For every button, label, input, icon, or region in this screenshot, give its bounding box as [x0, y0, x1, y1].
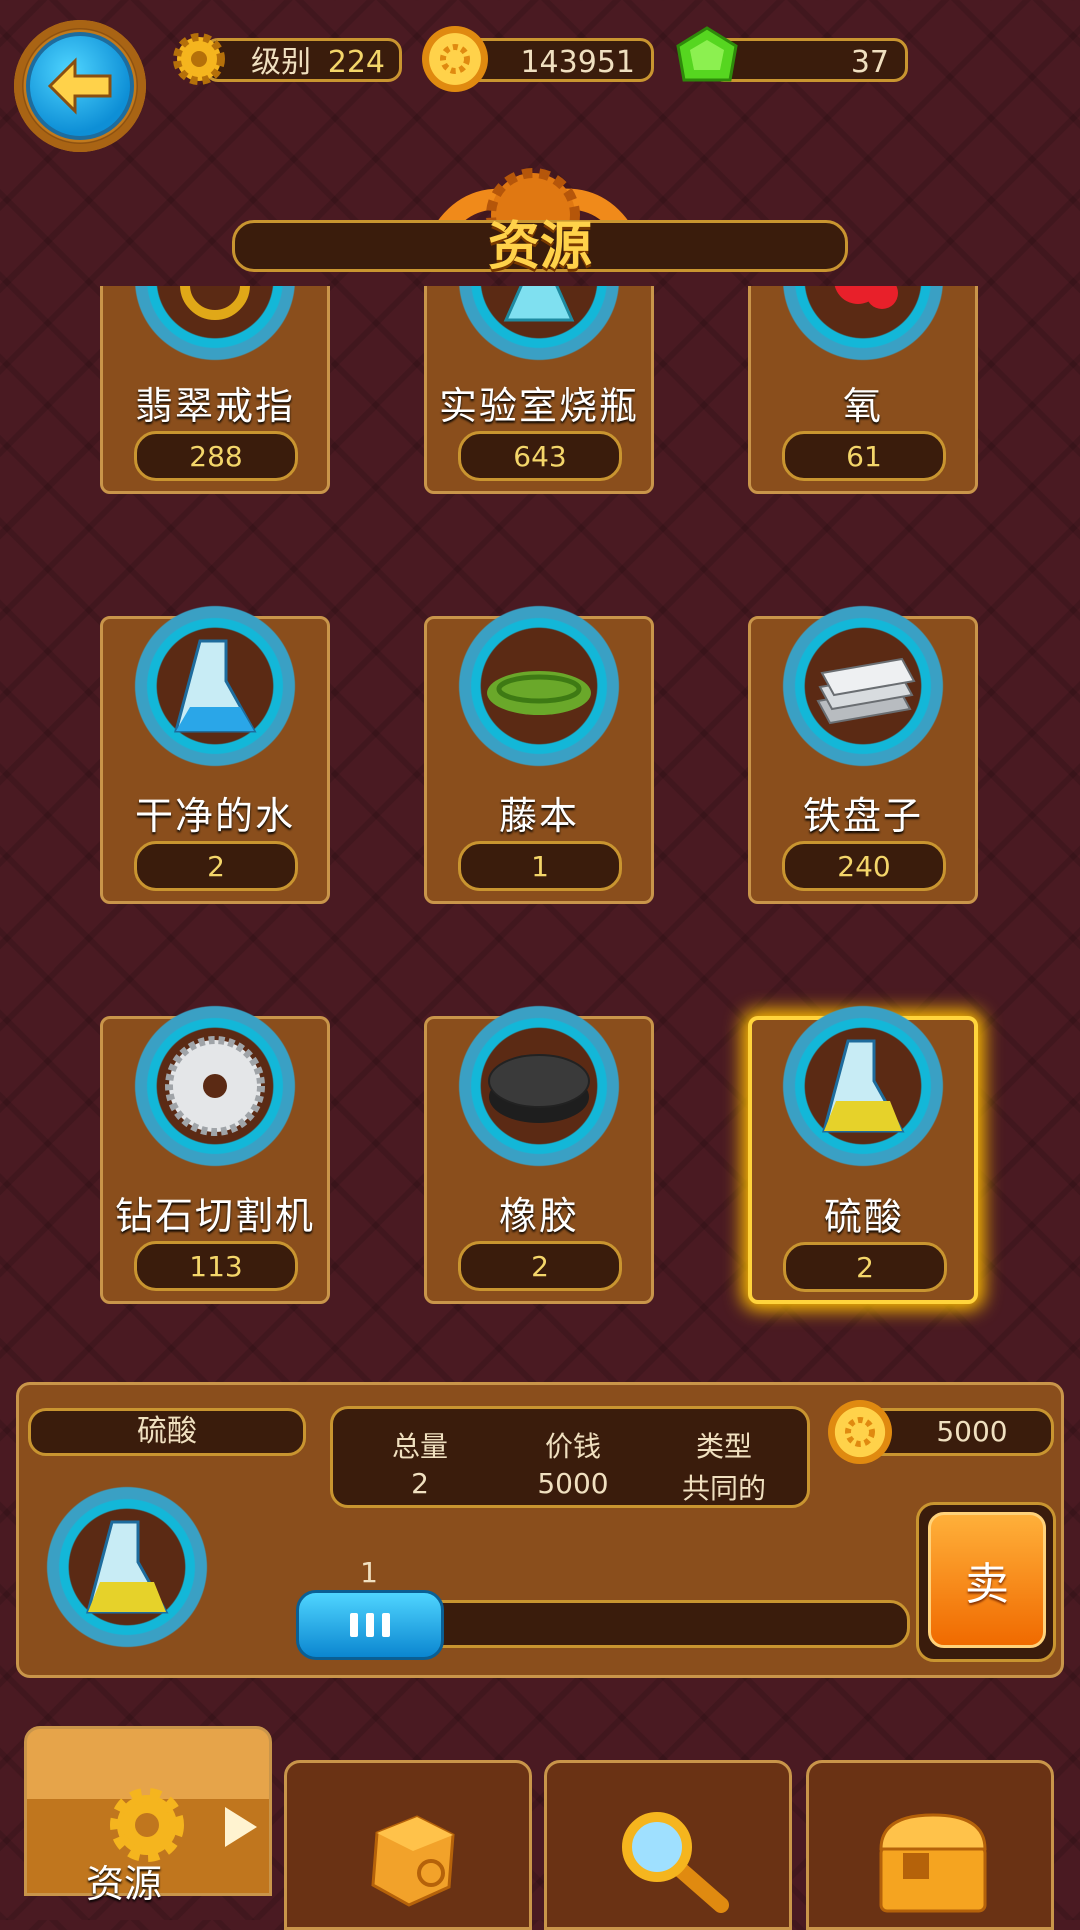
back-button[interactable]: [14, 20, 146, 152]
iron-plates-icon: [778, 601, 948, 771]
sulfuric-acid-flask-icon: [778, 1001, 948, 1171]
resource-count: 240: [782, 841, 946, 891]
selected-resource-name: 硫酸: [28, 1408, 306, 1456]
rubber-icon: [454, 1001, 624, 1171]
back-arrow-icon: [26, 32, 134, 140]
stat-total-label: 总量: [391, 1430, 448, 1463]
page-title: 资源: [487, 217, 592, 277]
clean-water-flask-icon: [130, 601, 300, 771]
resource-card[interactable]: 干净的水 2: [100, 601, 330, 904]
tab-chest[interactable]: [806, 1760, 1054, 1930]
quantity-slider-handle[interactable]: [296, 1590, 444, 1660]
tab-dice[interactable]: [284, 1760, 532, 1930]
resource-name: 实验室烧瓶: [438, 384, 639, 428]
vine-icon: [454, 601, 624, 771]
diamond-saw-icon: [130, 1001, 300, 1171]
resource-card[interactable]: 铁盘子 240: [748, 601, 978, 904]
level-gear-icon: [168, 28, 230, 90]
page-title-bar: 资源: [232, 220, 848, 273]
resource-count: 643: [458, 431, 622, 481]
resource-name: 硫酸: [823, 1195, 904, 1239]
coin-icon: [422, 26, 488, 92]
resource-card-selected[interactable]: 硫酸 2: [748, 1001, 978, 1304]
resource-count: 2: [458, 1241, 622, 1291]
tab-resources[interactable]: 资源: [24, 1726, 272, 1906]
sale-price-value: 5000: [936, 1415, 1008, 1448]
resource-card[interactable]: 钻石切割机 113: [100, 1001, 330, 1304]
play-arrow-icon: [223, 1805, 259, 1849]
stat-type-label: 类型: [695, 1430, 752, 1463]
lab-flask-icon: [454, 286, 624, 365]
resource-card[interactable]: 实验室烧瓶 643: [424, 286, 654, 494]
quantity-value: 1: [360, 1556, 378, 1589]
stat-price-label: 价钱: [544, 1430, 601, 1463]
resource-name: 翡翠戒指: [134, 384, 295, 428]
level-display: 级别 224: [204, 38, 402, 82]
gems-value: 37: [850, 45, 889, 80]
emerald-ring-icon: [130, 286, 300, 365]
tab-search[interactable]: [544, 1760, 792, 1930]
resource-count: 2: [134, 841, 298, 891]
stat-total-value: 2: [411, 1467, 429, 1500]
coin-icon: [828, 1400, 892, 1464]
tab-label: 资源: [85, 1862, 162, 1906]
resource-name: 橡胶: [498, 1194, 579, 1238]
resource-stats: 总量 2 价钱 5000 类型 共同的: [330, 1406, 810, 1508]
gem-icon: [672, 26, 742, 92]
resource-name: 藤本: [498, 794, 579, 838]
resource-count: 61: [782, 431, 946, 481]
stat-type-value: 共同的: [681, 1472, 766, 1505]
sell-button[interactable]: 卖: [928, 1512, 1046, 1648]
resource-count: 1: [458, 841, 622, 891]
level-label: 级别: [251, 45, 311, 80]
resource-count: 2: [783, 1242, 947, 1292]
resource-card[interactable]: 翡翠戒指 288: [100, 286, 330, 494]
resource-card[interactable]: 橡胶 2: [424, 1001, 654, 1304]
resource-card[interactable]: 氧 61: [748, 286, 978, 494]
resource-count: 113: [134, 1241, 298, 1291]
resource-card[interactable]: 藤本 1: [424, 601, 654, 904]
coins-value: 143951: [520, 45, 635, 80]
resource-name: 氧: [842, 384, 883, 428]
stat-price-value: 5000: [537, 1467, 609, 1500]
resource-count: 288: [134, 431, 298, 481]
magnifier-icon: [613, 1807, 733, 1917]
oxygen-icon: [778, 286, 948, 365]
resource-name: 钻石切割机: [114, 1194, 315, 1238]
chest-icon: [867, 1807, 997, 1917]
resource-name: 干净的水: [134, 794, 295, 838]
resource-name: 铁盘子: [802, 794, 923, 838]
resource-grid: 翡翠戒指 288 实验室烧瓶 643 氧 61 干净的水 2 藤本 1 铁盘子: [0, 286, 1080, 1350]
selected-resource-icon: [42, 1482, 212, 1652]
dice-icon: [357, 1803, 467, 1913]
level-value: 224: [327, 45, 385, 80]
